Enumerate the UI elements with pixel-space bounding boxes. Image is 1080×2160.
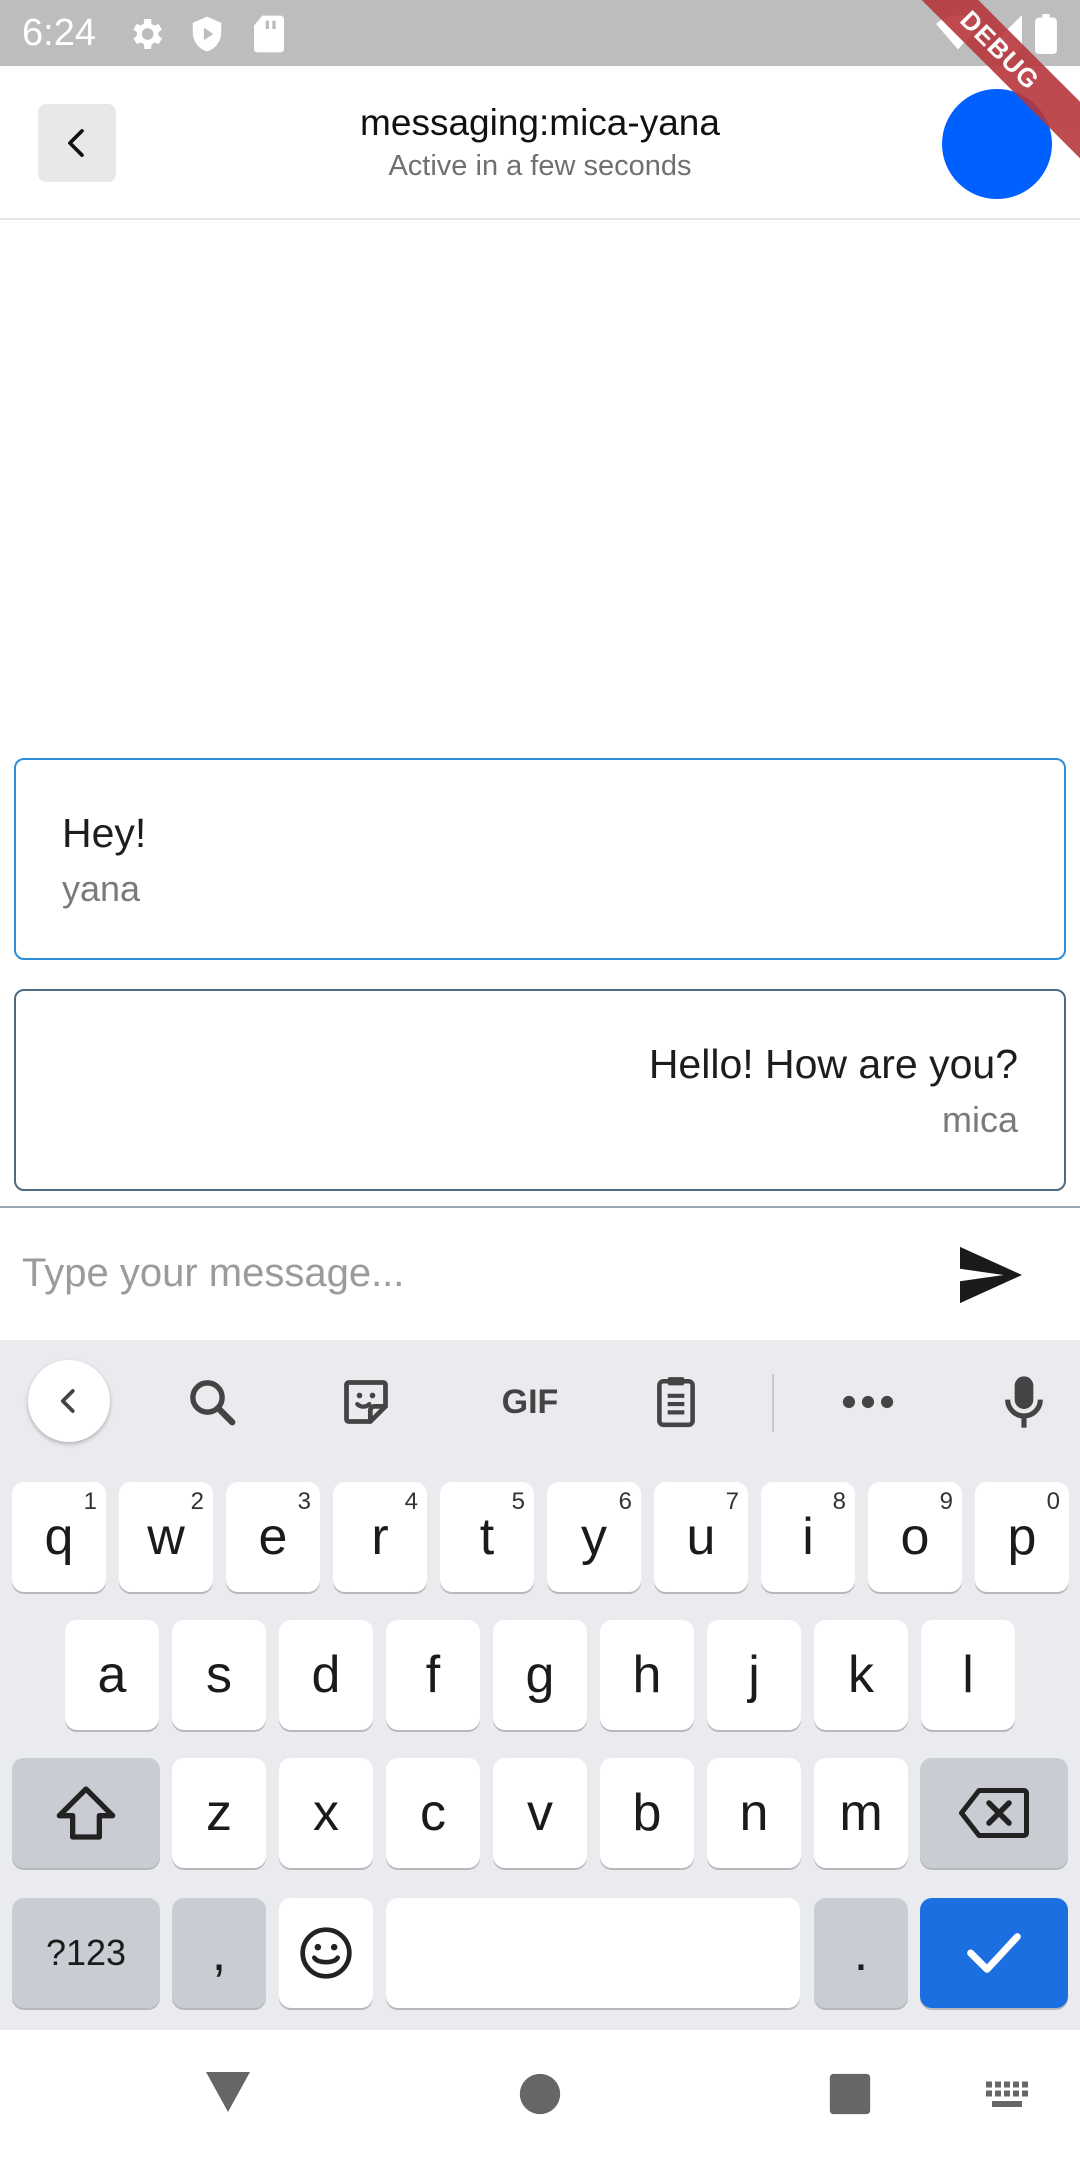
key-j[interactable]: j bbox=[707, 1620, 801, 1730]
key-v[interactable]: v bbox=[493, 1758, 587, 1868]
shift-key[interactable] bbox=[12, 1758, 160, 1868]
keyboard-search-button[interactable] bbox=[172, 1362, 252, 1442]
key-m[interactable]: m bbox=[814, 1758, 908, 1868]
key-g[interactable]: g bbox=[493, 1620, 587, 1730]
microphone-icon bbox=[1005, 1376, 1043, 1428]
key-y[interactable]: y6 bbox=[547, 1482, 641, 1592]
space-key[interactable] bbox=[386, 1898, 800, 2008]
key-o[interactable]: o9 bbox=[868, 1482, 962, 1592]
keyboard-toolbar: GIF bbox=[0, 1340, 1080, 1464]
key-u[interactable]: u7 bbox=[654, 1482, 748, 1592]
key-t[interactable]: t5 bbox=[440, 1482, 534, 1592]
shift-icon bbox=[56, 1786, 116, 1840]
recents-square-icon[interactable] bbox=[828, 2072, 872, 2116]
message-item[interactable]: Hey! yana bbox=[14, 758, 1066, 960]
message-text: Hello! How are you? bbox=[648, 1041, 1018, 1087]
key-e[interactable]: e3 bbox=[226, 1482, 320, 1592]
message-composer bbox=[0, 1206, 1080, 1340]
gear-icon bbox=[133, 19, 162, 49]
keyboard-clipboard-button[interactable] bbox=[636, 1362, 716, 1442]
keyboard-collapse-button[interactable] bbox=[28, 1360, 110, 1442]
key-d[interactable]: d bbox=[279, 1620, 373, 1730]
more-icon bbox=[842, 1395, 894, 1409]
key-x[interactable]: x bbox=[279, 1758, 373, 1868]
chat-header: messaging:mica-yana Active in a few seco… bbox=[0, 66, 1080, 220]
key-p[interactable]: p0 bbox=[975, 1482, 1069, 1592]
key-s[interactable]: s bbox=[172, 1620, 266, 1730]
symbols-key[interactable]: ?123 bbox=[12, 1898, 160, 2008]
key-l[interactable]: l bbox=[921, 1620, 1015, 1730]
message-text: Hey! bbox=[62, 810, 147, 856]
message-item[interactable]: Hello! How are you? mica bbox=[14, 989, 1066, 1191]
status-time: 6:24 bbox=[22, 12, 96, 54]
backspace-icon bbox=[959, 1788, 1029, 1838]
key-f[interactable]: f bbox=[386, 1620, 480, 1730]
key-b[interactable]: b bbox=[600, 1758, 694, 1868]
channel-title: messaging:mica-yana bbox=[360, 102, 720, 143]
soft-keyboard: GIF q1 w2 e3 r4 t5 y6 u7 i8 o9 p0 a s d … bbox=[0, 1340, 1080, 2030]
period-key[interactable]: . bbox=[814, 1898, 908, 2008]
key-a[interactable]: a bbox=[65, 1620, 159, 1730]
keyboard-voice-button[interactable] bbox=[984, 1362, 1064, 1442]
sticker-icon bbox=[344, 1380, 388, 1424]
sd-card-icon bbox=[254, 15, 284, 53]
checkmark-icon bbox=[967, 1933, 1021, 1973]
key-r[interactable]: r4 bbox=[333, 1482, 427, 1592]
chevron-left-icon bbox=[60, 1389, 75, 1413]
keyboard-switch-icon[interactable] bbox=[984, 2080, 1030, 2110]
key-w[interactable]: w2 bbox=[119, 1482, 213, 1592]
backspace-key[interactable] bbox=[920, 1758, 1068, 1868]
key-n[interactable]: n bbox=[707, 1758, 801, 1868]
send-icon[interactable] bbox=[956, 1244, 1026, 1306]
emoji-key[interactable] bbox=[279, 1898, 373, 2008]
comma-key[interactable]: , bbox=[172, 1898, 266, 2008]
keyboard-gif-button[interactable]: GIF bbox=[480, 1362, 580, 1442]
key-z[interactable]: z bbox=[172, 1758, 266, 1868]
clipboard-icon bbox=[657, 1377, 695, 1428]
key-i[interactable]: i8 bbox=[761, 1482, 855, 1592]
keyboard-more-button[interactable] bbox=[828, 1362, 908, 1442]
done-key[interactable] bbox=[920, 1898, 1068, 2008]
presence-status: Active in a few seconds bbox=[388, 150, 692, 182]
message-author: mica bbox=[941, 1099, 1018, 1140]
message-author: yana bbox=[62, 868, 141, 909]
emoji-icon bbox=[300, 1927, 352, 1979]
battery-icon bbox=[1035, 14, 1057, 54]
message-input[interactable] bbox=[22, 1238, 922, 1308]
status-bar: 6:24 bbox=[0, 0, 1080, 66]
shield-play-icon bbox=[192, 16, 222, 52]
key-k[interactable]: k bbox=[814, 1620, 908, 1730]
key-h[interactable]: h bbox=[600, 1620, 694, 1730]
key-c[interactable]: c bbox=[386, 1758, 480, 1868]
home-circle-icon[interactable] bbox=[518, 2072, 562, 2116]
gif-icon: GIF bbox=[501, 1382, 559, 1421]
keyboard-sticker-button[interactable] bbox=[326, 1362, 406, 1442]
toolbar-divider bbox=[772, 1374, 774, 1432]
key-q[interactable]: q1 bbox=[12, 1482, 106, 1592]
back-triangle-icon[interactable] bbox=[204, 2070, 252, 2114]
system-nav-bar bbox=[0, 2030, 1080, 2160]
search-icon bbox=[190, 1380, 236, 1426]
